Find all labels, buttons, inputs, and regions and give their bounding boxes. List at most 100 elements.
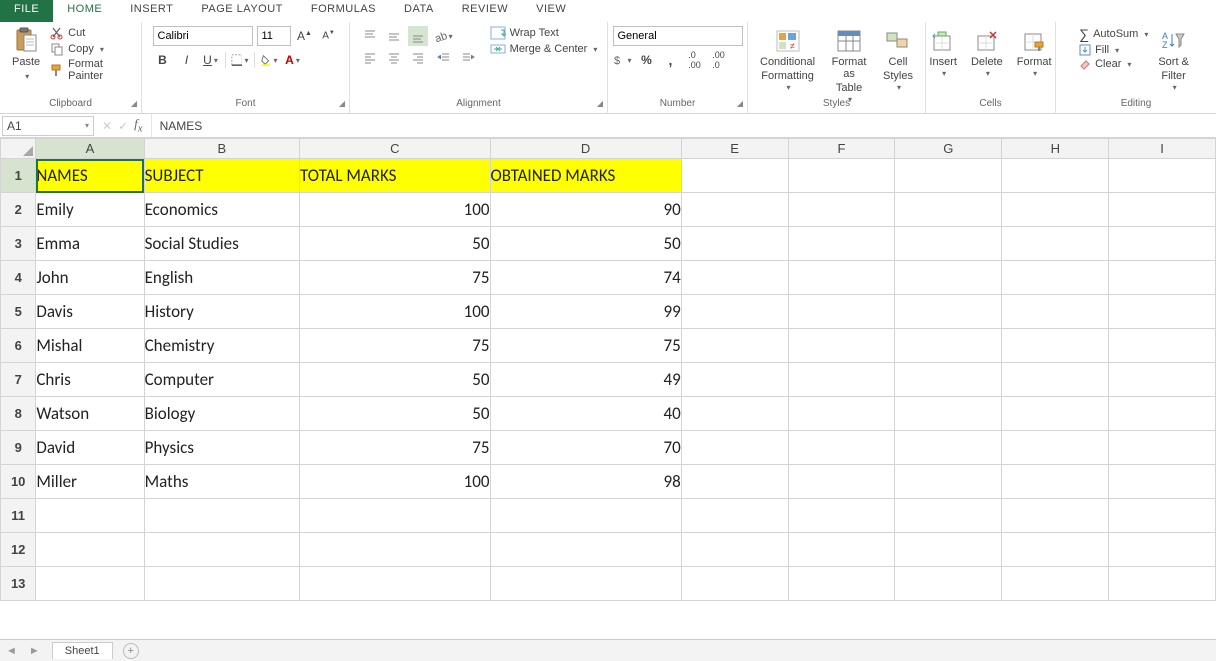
cell-H5[interactable]	[1002, 295, 1109, 329]
cell-H11[interactable]	[1002, 499, 1109, 533]
cell-H8[interactable]	[1002, 397, 1109, 431]
cell-B5[interactable]: History	[144, 295, 299, 329]
cell-D6[interactable]: 75	[490, 329, 681, 363]
cell-B2[interactable]: Economics	[144, 193, 299, 227]
clear-button[interactable]: Clear	[1079, 58, 1148, 70]
cell-C3[interactable]: 50	[300, 227, 491, 261]
cell-styles-button[interactable]: Cell Styles	[879, 26, 917, 95]
col-header-C[interactable]: C	[300, 139, 491, 159]
cell-H12[interactable]	[1002, 533, 1109, 567]
dec-decimal-button[interactable]: .00.0	[709, 50, 729, 70]
tab-review[interactable]: REVIEW	[448, 0, 522, 22]
cell-G7[interactable]	[895, 363, 1002, 397]
row-header-1[interactable]: 1	[1, 159, 36, 193]
col-header-E[interactable]: E	[681, 139, 788, 159]
cell-I11[interactable]	[1109, 499, 1216, 533]
row-header-8[interactable]: 8	[1, 397, 36, 431]
col-header-I[interactable]: I	[1109, 139, 1216, 159]
align-bot-button[interactable]	[408, 26, 428, 46]
cell-B8[interactable]: Biology	[144, 397, 299, 431]
cell-I2[interactable]	[1109, 193, 1216, 227]
cell-H13[interactable]	[1002, 567, 1109, 601]
cell-A1[interactable]: NAMES	[36, 159, 144, 193]
sheet-nav-next[interactable]: ►	[23, 645, 46, 657]
merge-center-button[interactable]: Merge & Center	[490, 42, 598, 56]
cell-F4[interactable]	[788, 261, 895, 295]
cell-D4[interactable]: 74	[490, 261, 681, 295]
insert-function-button[interactable]: fx	[134, 116, 142, 135]
cell-G4[interactable]	[895, 261, 1002, 295]
cell-C12[interactable]	[300, 533, 491, 567]
fill-button[interactable]: Fill	[1079, 44, 1148, 56]
cell-I6[interactable]	[1109, 329, 1216, 363]
underline-button[interactable]: U	[201, 50, 221, 70]
borders-button[interactable]	[230, 50, 250, 70]
font-launcher[interactable]: ◢	[339, 97, 345, 111]
cell-D11[interactable]	[490, 499, 681, 533]
clipboard-launcher[interactable]: ◢	[131, 97, 137, 111]
cell-C2[interactable]: 100	[300, 193, 491, 227]
cell-F2[interactable]	[788, 193, 895, 227]
format-painter-button[interactable]: Format Painter	[50, 58, 133, 82]
cell-E6[interactable]	[681, 329, 788, 363]
cell-I3[interactable]	[1109, 227, 1216, 261]
paste-button[interactable]: Paste	[8, 26, 44, 84]
cell-C6[interactable]: 75	[300, 329, 491, 363]
cell-H1[interactable]	[1002, 159, 1109, 193]
number-format-select[interactable]	[613, 26, 743, 46]
cell-H6[interactable]	[1002, 329, 1109, 363]
cell-H4[interactable]	[1002, 261, 1109, 295]
cell-A13[interactable]	[36, 567, 144, 601]
autosum-button[interactable]: ∑AutoSum	[1079, 26, 1148, 42]
conditional-formatting-button[interactable]: ≠ Conditional Formatting	[756, 26, 819, 95]
cell-E1[interactable]	[681, 159, 788, 193]
cell-I8[interactable]	[1109, 397, 1216, 431]
tab-file[interactable]: FILE	[0, 0, 53, 22]
cell-E2[interactable]	[681, 193, 788, 227]
select-all-corner[interactable]	[1, 139, 36, 159]
cell-D12[interactable]	[490, 533, 681, 567]
cell-F6[interactable]	[788, 329, 895, 363]
formula-input[interactable]: NAMES	[152, 114, 1216, 137]
cell-B9[interactable]: Physics	[144, 431, 299, 465]
paste-dropdown[interactable]	[23, 70, 29, 82]
row-header-7[interactable]: 7	[1, 363, 36, 397]
cell-C4[interactable]: 75	[300, 261, 491, 295]
cell-C7[interactable]: 50	[300, 363, 491, 397]
cancel-formula-icon[interactable]: ✕	[102, 119, 112, 133]
row-header-13[interactable]: 13	[1, 567, 36, 601]
row-header-9[interactable]: 9	[1, 431, 36, 465]
cell-F5[interactable]	[788, 295, 895, 329]
cell-B12[interactable]	[144, 533, 299, 567]
comma-button[interactable]: ,	[661, 50, 681, 70]
cell-H10[interactable]	[1002, 465, 1109, 499]
tab-page-layout[interactable]: PAGE LAYOUT	[187, 0, 297, 22]
cell-E12[interactable]	[681, 533, 788, 567]
cell-H7[interactable]	[1002, 363, 1109, 397]
cell-A9[interactable]: David	[36, 431, 144, 465]
grow-font-button[interactable]: A▲	[295, 26, 315, 46]
tab-view[interactable]: VIEW	[522, 0, 580, 22]
sort-filter-button[interactable]: AZ Sort & Filter	[1154, 26, 1193, 95]
cell-B3[interactable]: Social Studies	[144, 227, 299, 261]
cell-B7[interactable]: Computer	[144, 363, 299, 397]
bold-button[interactable]: B	[153, 50, 173, 70]
cell-F3[interactable]	[788, 227, 895, 261]
col-header-G[interactable]: G	[895, 139, 1002, 159]
cell-E10[interactable]	[681, 465, 788, 499]
worksheet-grid[interactable]: ABCDEFGHI1NAMESSUBJECTTOTAL MARKSOBTAINE…	[0, 138, 1216, 639]
alignment-launcher[interactable]: ◢	[597, 97, 603, 111]
cell-C10[interactable]: 100	[300, 465, 491, 499]
font-color-button[interactable]: A	[283, 50, 303, 70]
indent-button[interactable]	[458, 48, 478, 68]
col-header-A[interactable]: A	[36, 139, 144, 159]
name-box[interactable]: A1▾	[2, 116, 94, 136]
cut-button[interactable]: Cut	[50, 26, 133, 40]
cell-G9[interactable]	[895, 431, 1002, 465]
row-header-10[interactable]: 10	[1, 465, 36, 499]
cell-H3[interactable]	[1002, 227, 1109, 261]
cell-G2[interactable]	[895, 193, 1002, 227]
cell-E3[interactable]	[681, 227, 788, 261]
row-header-6[interactable]: 6	[1, 329, 36, 363]
cell-E7[interactable]	[681, 363, 788, 397]
